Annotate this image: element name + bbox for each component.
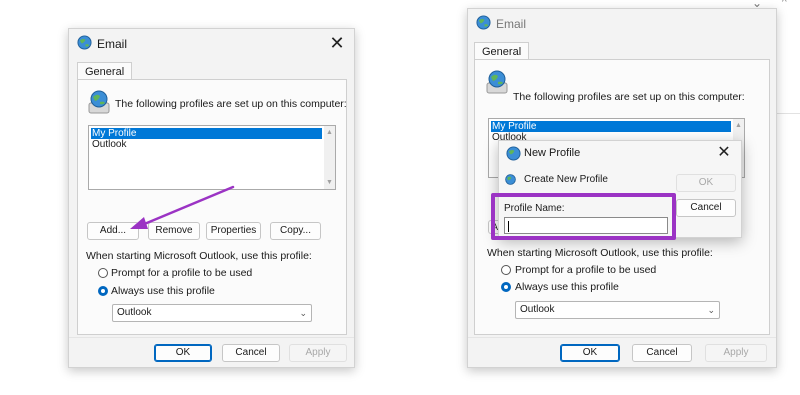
profile-list[interactable]: My Profile Outlook ▲ ▼ — [88, 125, 336, 190]
apply-button[interactable]: Apply — [705, 344, 767, 362]
cancel-button[interactable]: Cancel — [632, 344, 692, 362]
list-item-my-profile[interactable]: My Profile — [491, 121, 731, 132]
list-item-outlook[interactable]: Outlook — [91, 139, 322, 150]
ok-button[interactable]: OK — [676, 174, 736, 192]
chevron-up-icon: ^ — [782, 0, 787, 8]
globe-icon — [88, 90, 110, 114]
radio-prompt-label: Prompt for a profile to be used — [515, 264, 657, 276]
globe-icon — [77, 35, 92, 50]
dialog-title: Email — [496, 17, 527, 31]
arrow-annotation — [130, 185, 235, 229]
radio-always[interactable] — [501, 282, 511, 292]
apply-button[interactable]: Apply — [289, 344, 347, 362]
dialog-footer: OK Cancel Apply — [468, 337, 776, 367]
globe-icon — [506, 146, 521, 161]
highlight-annotation — [491, 193, 676, 240]
dropdown-value: Outlook — [520, 304, 555, 315]
title-bar: Email ✕ — [69, 29, 354, 59]
copy-button[interactable]: Copy... — [270, 222, 321, 240]
close-icon[interactable]: ✕ — [713, 142, 735, 164]
radio-always[interactable] — [98, 286, 108, 296]
globe-icon — [476, 15, 491, 30]
dialog-footer: OK Cancel Apply — [69, 337, 354, 367]
radio-prompt[interactable] — [98, 268, 108, 278]
title-bar: Email — [468, 9, 776, 39]
radio-always-label: Always use this profile — [111, 285, 215, 297]
cancel-button[interactable]: Cancel — [222, 344, 280, 362]
globe-icon — [505, 174, 516, 185]
radio-prompt-label: Prompt for a profile to be used — [111, 267, 253, 279]
create-profile-label: Create New Profile — [524, 174, 608, 185]
startup-label: When starting Microsoft Outlook, use thi… — [86, 250, 312, 262]
list-item-my-profile[interactable]: My Profile — [91, 128, 322, 139]
profiles-heading: The following profiles are set up on thi… — [115, 98, 347, 110]
dialog-title: Email — [97, 37, 128, 51]
radio-always-label: Always use this profile — [515, 281, 619, 293]
profile-dropdown[interactable]: Outlook ⌄ — [515, 301, 720, 319]
radio-prompt[interactable] — [501, 265, 511, 275]
scroll-up-icon[interactable]: ▲ — [735, 122, 742, 129]
profiles-heading: The following profiles are set up on thi… — [513, 91, 745, 103]
dropdown-value: Outlook — [117, 307, 152, 318]
scroll-up-icon[interactable]: ▲ — [326, 129, 333, 136]
cancel-button[interactable]: Cancel — [676, 199, 736, 217]
profile-dropdown[interactable]: Outlook ⌄ — [112, 304, 312, 322]
scroll-down-icon[interactable]: ▼ — [326, 179, 333, 186]
close-icon[interactable]: ✕ — [326, 32, 348, 54]
chevron-down-icon: ⌄ — [299, 308, 307, 318]
startup-label: When starting Microsoft Outlook, use thi… — [487, 247, 713, 259]
ok-button[interactable]: OK — [154, 344, 212, 362]
dialog-title: New Profile — [524, 147, 581, 159]
chevron-down-icon: ⌄ — [707, 305, 715, 315]
list-scrollbar[interactable]: ▲ ▼ — [324, 126, 335, 189]
globe-icon — [486, 70, 508, 94]
ok-button[interactable]: OK — [560, 344, 620, 362]
